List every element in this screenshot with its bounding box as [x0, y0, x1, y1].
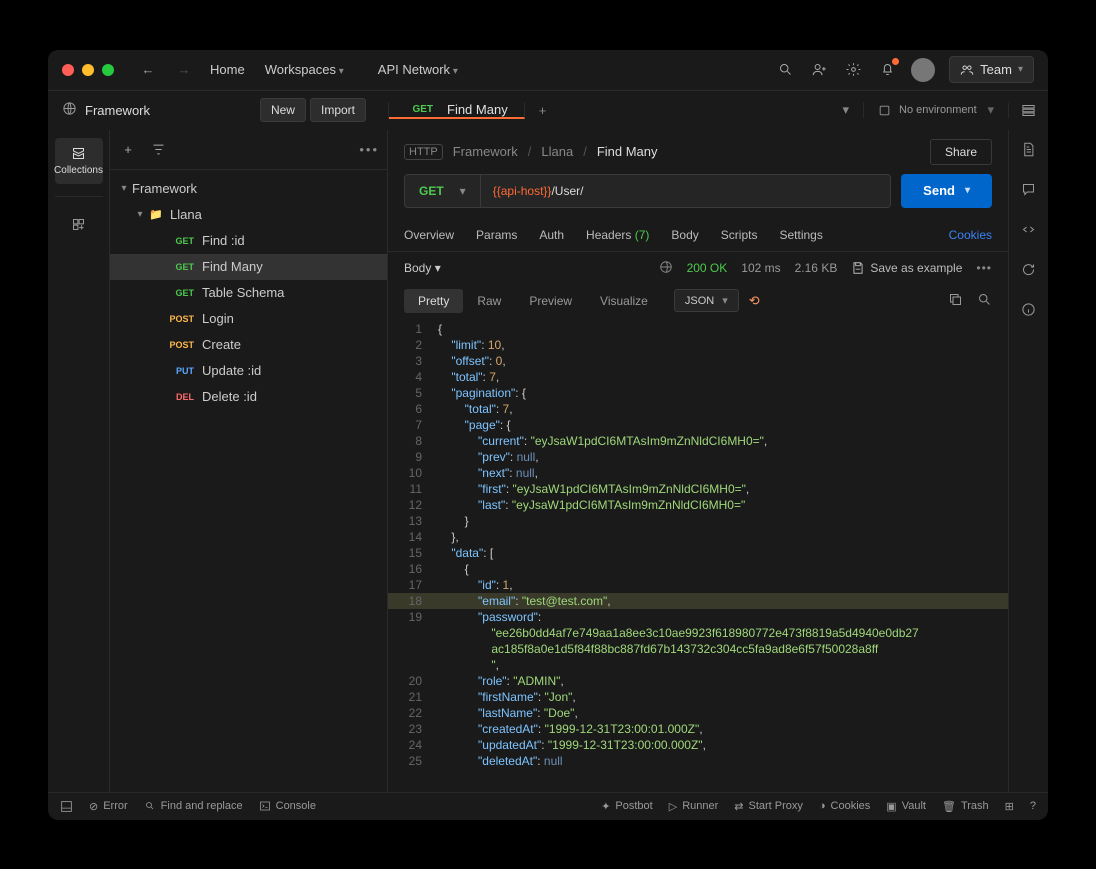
status-code: 200 OK	[687, 261, 728, 275]
send-button[interactable]: Send▾	[901, 174, 992, 208]
sidebar-collections[interactable]: Collections	[55, 138, 103, 184]
main-panel: HTTP Framework / Llana / Find Many Share…	[388, 130, 1008, 792]
response-body-dd[interactable]: Body ▾	[404, 261, 441, 275]
footer-panel-icon[interactable]	[60, 800, 73, 813]
crumb-current: Find Many	[597, 144, 658, 159]
window-controls[interactable]	[62, 64, 114, 76]
workspace-title: Framework	[85, 103, 150, 118]
more-icon[interactable]: •••	[976, 261, 992, 275]
invite-icon[interactable]	[809, 60, 829, 80]
wrap-icon[interactable]: ⟲	[749, 293, 760, 309]
view-pretty[interactable]: Pretty	[404, 289, 463, 313]
tree-add[interactable]: +	[118, 139, 138, 159]
code-icon[interactable]	[1021, 222, 1036, 240]
response-time: 102 ms	[741, 261, 780, 275]
footer-error[interactable]: ⊘ Error	[89, 800, 128, 813]
info-icon[interactable]	[1021, 302, 1036, 320]
footer-cookies[interactable]: ◑ Cookies	[819, 800, 870, 813]
refresh-icon[interactable]	[1021, 262, 1036, 280]
globe-icon[interactable]	[659, 260, 673, 277]
tab-settings[interactable]: Settings	[779, 228, 822, 242]
share-button[interactable]: Share	[930, 139, 992, 165]
new-button[interactable]: New	[260, 98, 306, 122]
save-example[interactable]: Save as example	[851, 261, 962, 275]
view-preview[interactable]: Preview	[515, 289, 586, 313]
footer-find[interactable]: Find and replace	[144, 800, 243, 812]
nav-home[interactable]: Home	[206, 62, 249, 77]
tree-item-6[interactable]: DELDelete :id	[110, 384, 387, 410]
view-raw[interactable]: Raw	[463, 289, 515, 313]
app-window: ← → Home Workspaces API Network Team ▾ F…	[48, 50, 1048, 820]
tree-more[interactable]: •••	[359, 142, 379, 157]
cookies-link[interactable]: Cookies	[949, 228, 992, 242]
env-label: No environment	[899, 104, 977, 116]
team-button[interactable]: Team ▾	[949, 56, 1034, 83]
maximize-dot[interactable]	[102, 64, 114, 76]
footer-vault[interactable]: ▣ Vault	[886, 800, 926, 813]
environment-selector[interactable]: No environment ▾	[863, 102, 1008, 118]
method-selector[interactable]: GET ▾	[404, 174, 481, 208]
nav-workspaces[interactable]: Workspaces	[261, 62, 348, 77]
tree-filter[interactable]	[148, 139, 168, 159]
back-arrow[interactable]: ←	[138, 60, 158, 80]
tree-item-2[interactable]: GETTable Schema	[110, 280, 387, 306]
right-sidebar	[1008, 130, 1048, 792]
tree-item-1[interactable]: GETFind Many	[110, 254, 387, 280]
footer-runner[interactable]: ▷ Runner	[669, 800, 719, 813]
globe-icon	[62, 101, 77, 119]
tab-scripts[interactable]: Scripts	[721, 228, 758, 242]
footer-trash[interactable]: 🗑 Trash	[942, 800, 989, 813]
minimize-dot[interactable]	[82, 64, 94, 76]
sidebar-add[interactable]	[55, 209, 103, 240]
http-badge: HTTP	[404, 144, 443, 160]
collection-tree: + ••• ▾Framework▾📁LlanaGETFind :idGETFin…	[110, 130, 388, 792]
footer-postbot[interactable]: ✦ Postbot	[601, 800, 653, 813]
footer-proxy[interactable]: ⇄ Start Proxy	[734, 800, 803, 813]
copy-icon[interactable]	[948, 292, 963, 310]
search-response-icon[interactable]	[977, 292, 992, 310]
view-visualize[interactable]: Visualize	[586, 289, 662, 313]
import-button[interactable]: Import	[310, 98, 366, 122]
docs-icon[interactable]	[1021, 142, 1036, 160]
titlebar: ← → Home Workspaces API Network Team ▾	[48, 50, 1048, 90]
env-quick-look[interactable]	[1008, 103, 1048, 118]
format-selector[interactable]: JSON ▾	[674, 289, 739, 312]
tab-headers[interactable]: Headers (7)	[586, 228, 649, 242]
tree-llana[interactable]: ▾📁Llana	[110, 202, 387, 228]
comments-icon[interactable]	[1021, 182, 1036, 200]
team-label: Team	[980, 62, 1012, 77]
status-bar: ⊘ Error Find and replace Console ✦ Postb…	[48, 792, 1048, 820]
url-input[interactable]: {{api-host}}/User/	[481, 174, 891, 208]
response-size: 2.16 KB	[795, 261, 838, 275]
tab-params[interactable]: Params	[476, 228, 517, 242]
tab-label: Find Many	[447, 102, 508, 117]
footer-layout[interactable]: ⊞	[1005, 800, 1014, 813]
tab-overview[interactable]: Overview	[404, 228, 454, 242]
tree-item-4[interactable]: POSTCreate	[110, 332, 387, 358]
tree-framework[interactable]: ▾Framework	[110, 176, 387, 202]
forward-arrow[interactable]: →	[174, 60, 194, 80]
tab-method: GET	[405, 104, 433, 115]
bell-icon[interactable]	[877, 60, 897, 80]
nav-api-network[interactable]: API Network	[374, 62, 462, 77]
footer-console[interactable]: Console	[259, 800, 316, 812]
footer-help[interactable]: ?	[1030, 800, 1036, 813]
crumb-1[interactable]: Llana	[541, 144, 573, 159]
tree-item-5[interactable]: PUTUpdate :id	[110, 358, 387, 384]
new-tab-button[interactable]: +	[525, 102, 561, 119]
tabs-dropdown[interactable]: ▾	[828, 102, 863, 119]
response-body[interactable]: 1{2 "limit": 10,3 "offset": 0,4 "total":…	[388, 321, 1008, 792]
tab-find-many[interactable]: GET Find Many	[389, 102, 525, 119]
tab-body[interactable]: Body	[671, 228, 698, 242]
crumb-0[interactable]: Framework	[453, 144, 518, 159]
avatar[interactable]	[911, 58, 935, 82]
workspace-header: Framework New Import GET Find Many + ▾ N…	[48, 90, 1048, 130]
tree-item-0[interactable]: GETFind :id	[110, 228, 387, 254]
left-sidebar: Collections	[48, 130, 110, 792]
settings-icon[interactable]	[843, 60, 863, 80]
tab-auth[interactable]: Auth	[539, 228, 564, 242]
close-dot[interactable]	[62, 64, 74, 76]
tree-item-3[interactable]: POSTLogin	[110, 306, 387, 332]
search-icon[interactable]	[775, 60, 795, 80]
